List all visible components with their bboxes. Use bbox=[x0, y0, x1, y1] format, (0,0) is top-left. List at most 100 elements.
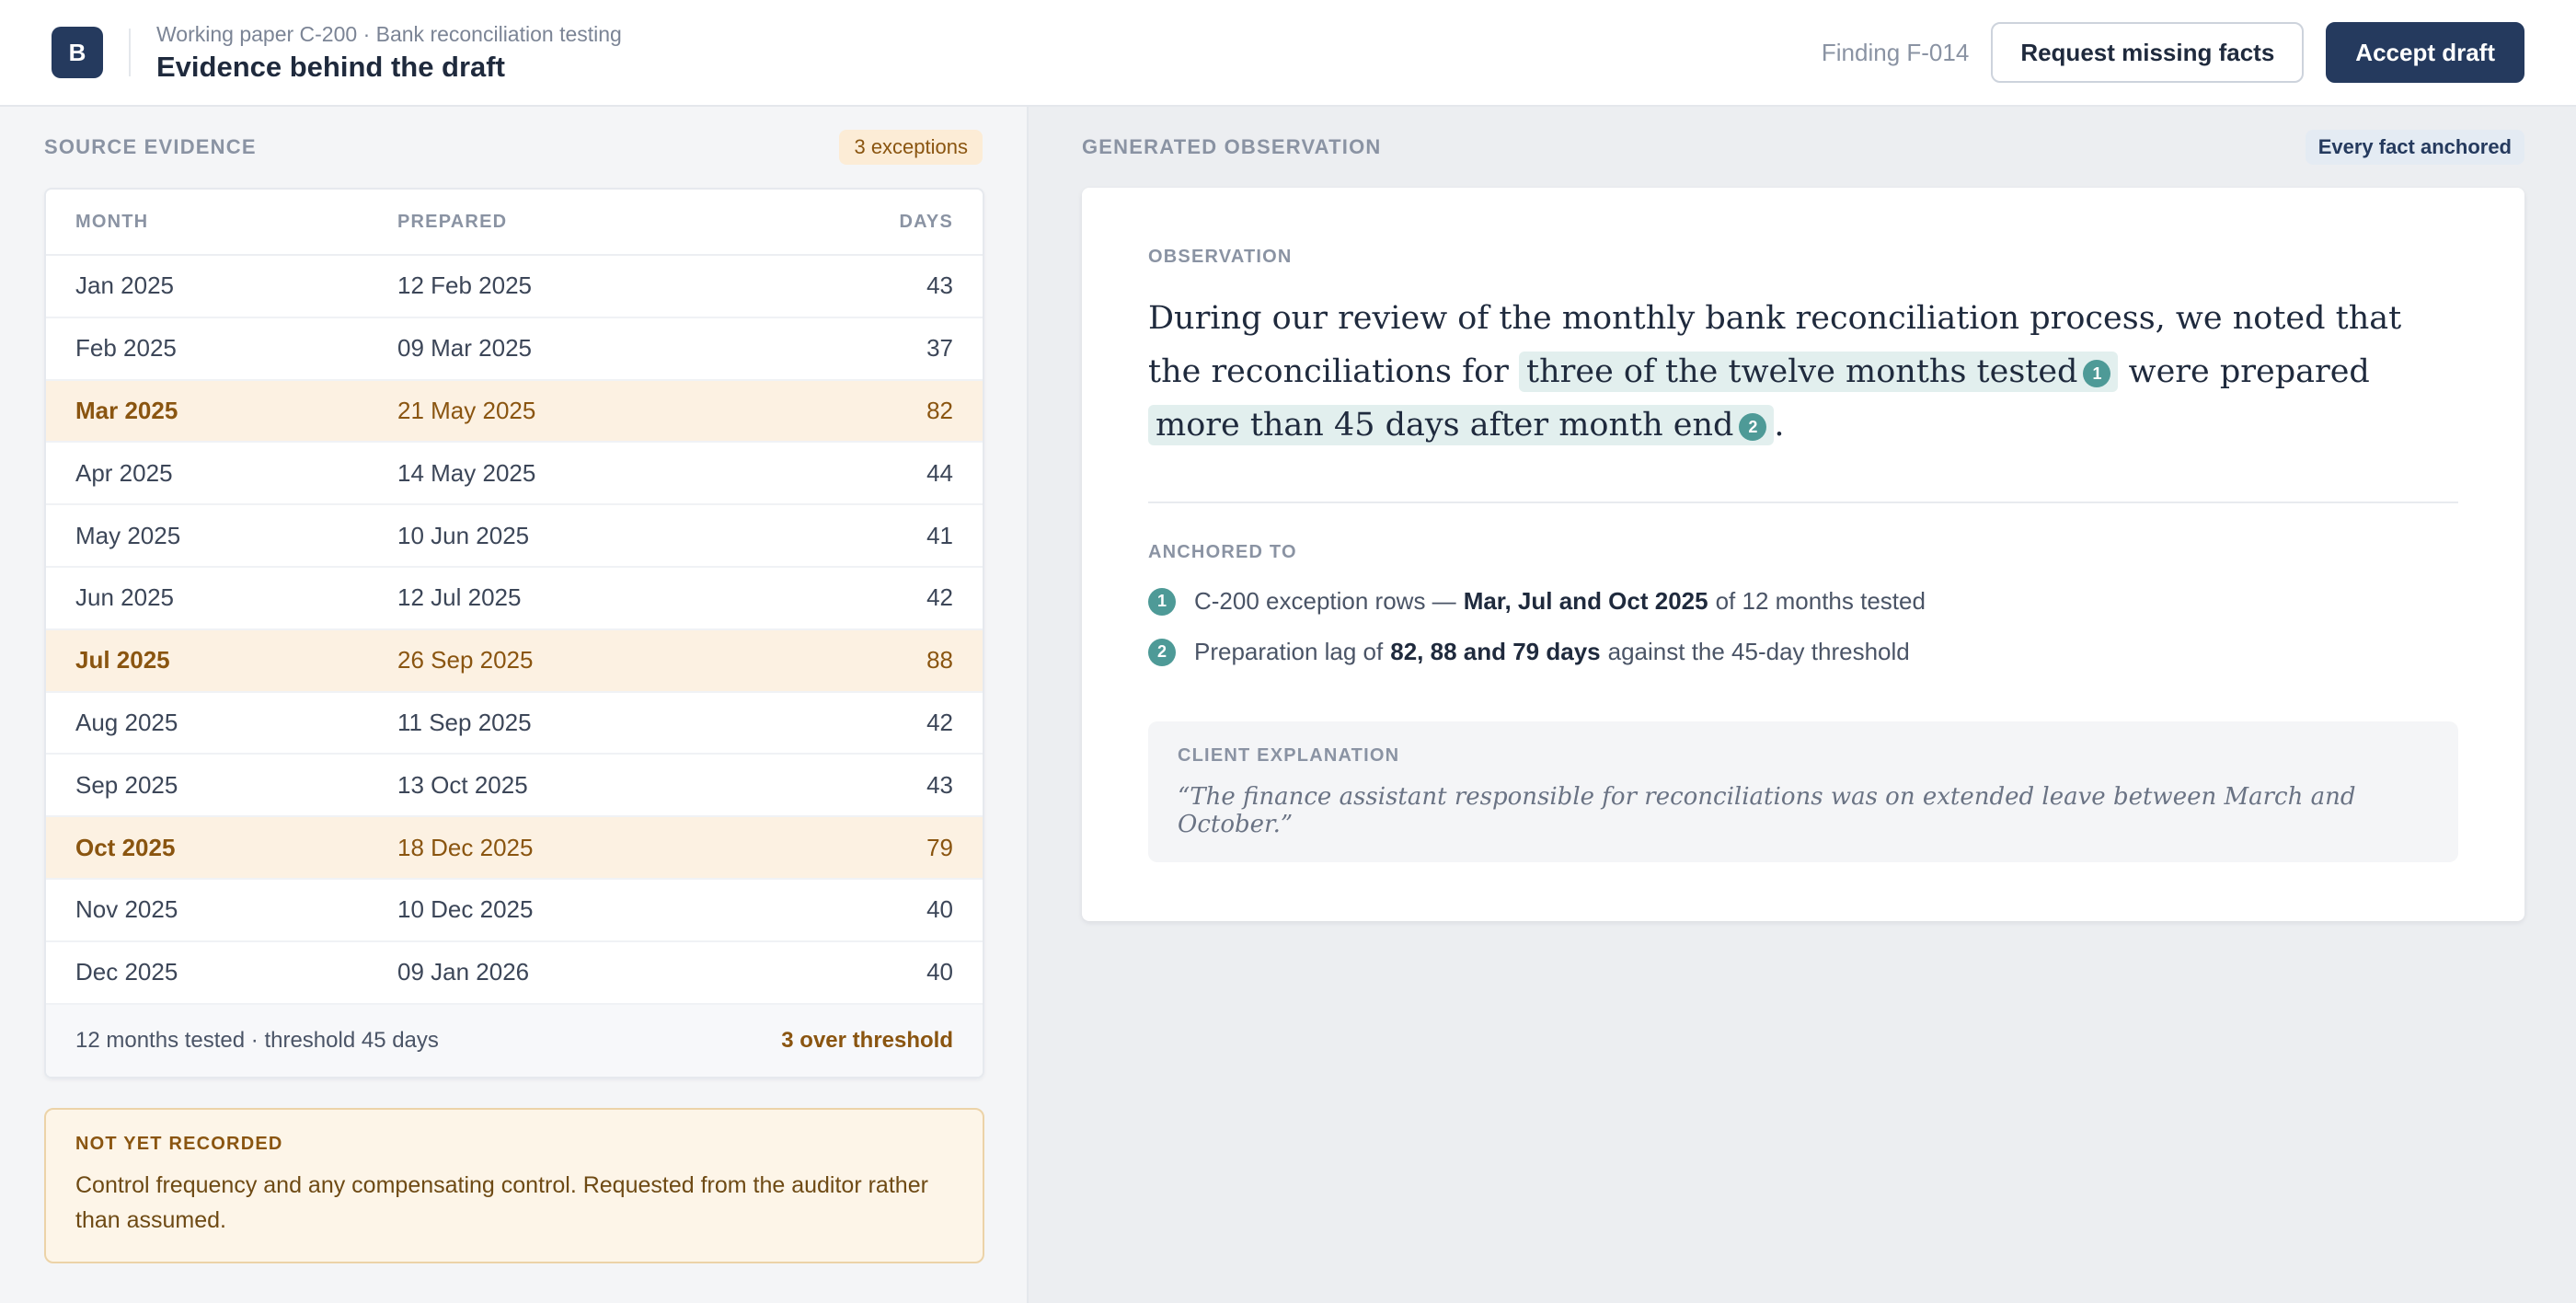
cell-days: 43 bbox=[926, 770, 953, 799]
observation-header: GENERATED OBSERVATION Every fact anchore… bbox=[1082, 107, 2524, 188]
cell-prepared: 10 Jun 2025 bbox=[397, 521, 530, 549]
cell-prepared: 11 Sep 2025 bbox=[397, 708, 532, 736]
cell-prepared: 12 Jul 2025 bbox=[397, 583, 522, 612]
source-evidence-panel: SOURCE EVIDENCE 3 exceptions MONTH PREPA… bbox=[0, 107, 1029, 1303]
cell-prepared: 26 Sep 2025 bbox=[397, 646, 534, 675]
client-explanation: CLIENT EXPLANATION “The finance assistan… bbox=[1148, 721, 2458, 862]
cell-days: 43 bbox=[926, 271, 953, 300]
table-row-exception[interactable]: Jul 2025 26 Sep 2025 88 bbox=[46, 629, 983, 693]
generated-observation-panel: GENERATED OBSERVATION Every fact anchore… bbox=[1029, 107, 2576, 1303]
highlight-fact-2-text: more than 45 days after month end bbox=[1156, 407, 1734, 444]
top-bar: B Working paper C-200 · Bank reconciliat… bbox=[0, 0, 2576, 107]
cell-month: Jul 2025 bbox=[75, 646, 170, 675]
cell-prepared: 09 Mar 2025 bbox=[397, 334, 532, 363]
cell-days: 88 bbox=[926, 646, 953, 675]
cell-days: 82 bbox=[926, 396, 953, 424]
citation-marker-2[interactable]: 2 bbox=[1739, 413, 1767, 441]
cell-days: 41 bbox=[926, 521, 953, 549]
cell-prepared: 10 Dec 2025 bbox=[397, 895, 534, 924]
table-row[interactable]: Sep 2025 13 Oct 2025 43 bbox=[46, 755, 983, 818]
table-row[interactable]: Nov 2025 10 Dec 2025 40 bbox=[46, 880, 983, 942]
anchor-list: 1 C-200 exception rows — Mar, Jul and Oc… bbox=[1148, 587, 2458, 666]
observation-text: During our review of the monthly bank re… bbox=[1148, 292, 2458, 452]
cell-prepared: 18 Dec 2025 bbox=[397, 833, 534, 861]
cell-days: 40 bbox=[926, 958, 953, 986]
anchor-bold: Mar, Jul and Oct 2025 bbox=[1463, 587, 1708, 615]
citation-marker-1[interactable]: 1 bbox=[2083, 360, 2111, 387]
app-logo: B bbox=[52, 27, 103, 78]
cell-month: May 2025 bbox=[75, 521, 181, 549]
anchor-marker-2: 2 bbox=[1148, 638, 1176, 666]
source-evidence-header: SOURCE EVIDENCE 3 exceptions bbox=[44, 107, 983, 188]
cell-days: 79 bbox=[926, 833, 953, 861]
client-explanation-label: CLIENT EXPLANATION bbox=[1178, 745, 1400, 766]
column-header-month: MONTH bbox=[75, 211, 149, 232]
observation-section-label: GENERATED OBSERVATION bbox=[1082, 135, 1382, 158]
column-header-prepared: PREPARED bbox=[397, 211, 508, 232]
table-summary: 12 months tested · threshold 45 days bbox=[75, 1027, 439, 1053]
observation-label: OBSERVATION bbox=[1148, 247, 1293, 267]
highlight-fact-1[interactable]: three of the twelve months tested 1 bbox=[1519, 352, 2119, 392]
table-row[interactable]: Apr 2025 14 May 2025 44 bbox=[46, 443, 983, 506]
cell-days: 42 bbox=[926, 583, 953, 612]
title-block: Working paper C-200 · Bank reconciliatio… bbox=[156, 22, 622, 84]
table-row[interactable]: May 2025 10 Jun 2025 41 bbox=[46, 505, 983, 568]
anchor-text: C-200 exception rows — bbox=[1194, 587, 1456, 615]
card-divider bbox=[1148, 502, 2458, 503]
source-evidence-label: SOURCE EVIDENCE bbox=[44, 135, 257, 158]
cell-month: Dec 2025 bbox=[75, 958, 178, 986]
cell-month: Aug 2025 bbox=[75, 708, 178, 736]
table-row[interactable]: Dec 2025 09 Jan 2026 40 bbox=[46, 942, 983, 1005]
highlight-fact-1-text: three of the twelve months tested bbox=[1526, 353, 2078, 390]
table-row-exception[interactable]: Mar 2025 21 May 2025 82 bbox=[46, 380, 983, 444]
anchor-bold: 82, 88 and 79 days bbox=[1390, 638, 1601, 665]
cell-prepared: 14 May 2025 bbox=[397, 458, 536, 487]
cell-month: Mar 2025 bbox=[75, 396, 178, 424]
cell-days: 40 bbox=[926, 895, 953, 924]
cell-month: Oct 2025 bbox=[75, 833, 176, 861]
anchored-badge: Every fact anchored bbox=[2305, 130, 2524, 165]
breadcrumb: Working paper C-200 · Bank reconciliatio… bbox=[156, 21, 622, 46]
anchored-to-label: ANCHORED TO bbox=[1148, 542, 1297, 562]
over-threshold-count: 3 over threshold bbox=[781, 1027, 953, 1053]
cell-month: Nov 2025 bbox=[75, 895, 178, 924]
anchor-text: of 12 months tested bbox=[1715, 587, 1926, 615]
client-explanation-text: “The finance assistant responsible for r… bbox=[1178, 783, 2356, 838]
cell-month: Sep 2025 bbox=[75, 770, 178, 799]
cell-prepared: 09 Jan 2026 bbox=[397, 958, 530, 986]
cell-prepared: 21 May 2025 bbox=[397, 396, 536, 424]
table-row[interactable]: Feb 2025 09 Mar 2025 37 bbox=[46, 318, 983, 381]
page-title: Evidence behind the draft bbox=[156, 50, 505, 83]
header-actions: Finding F-014 Request missing facts Acce… bbox=[1822, 22, 2524, 83]
table-footer: 12 months tested · threshold 45 days 3 o… bbox=[46, 1004, 983, 1077]
note-text: Control frequency and any compensating c… bbox=[75, 1171, 928, 1233]
cell-prepared: 12 Feb 2025 bbox=[397, 271, 533, 300]
request-missing-facts-button[interactable]: Request missing facts bbox=[1991, 22, 2305, 83]
cell-days: 44 bbox=[926, 458, 953, 487]
table-body: Jan 2025 12 Feb 2025 43 Feb 2025 09 Mar 2025… bbox=[46, 256, 983, 1005]
table-header: MONTH PREPARED DAYS bbox=[46, 190, 983, 256]
cell-days: 42 bbox=[926, 708, 953, 736]
highlight-fact-2[interactable]: more than 45 days after month end 2 bbox=[1148, 405, 1775, 445]
not-yet-recorded-note: NOT YET RECORDED Control frequency and a… bbox=[44, 1107, 984, 1263]
anchor-item-2[interactable]: 2 Preparation lag of 82, 88 and 79 days … bbox=[1148, 638, 2458, 666]
evidence-table: MONTH PREPARED DAYS Jan 2025 12 Feb 2025 4… bbox=[44, 188, 984, 1078]
exceptions-badge: 3 exceptions bbox=[839, 130, 983, 165]
column-header-days: DAYS bbox=[899, 211, 953, 232]
cell-month: Jun 2025 bbox=[75, 583, 174, 612]
table-row[interactable]: Jan 2025 12 Feb 2025 43 bbox=[46, 256, 983, 318]
cell-prepared: 13 Oct 2025 bbox=[397, 770, 528, 799]
header-divider bbox=[129, 29, 131, 76]
table-row[interactable]: Aug 2025 11 Sep 2025 42 bbox=[46, 693, 983, 755]
anchor-item-1[interactable]: 1 C-200 exception rows — Mar, Jul and Oc… bbox=[1148, 587, 2458, 616]
observation-card: OBSERVATION During our review of the mon… bbox=[1082, 188, 2524, 921]
cell-month: Feb 2025 bbox=[75, 334, 177, 363]
anchor-text: against the 45-day threshold bbox=[1607, 638, 1910, 665]
table-row[interactable]: Jun 2025 12 Jul 2025 42 bbox=[46, 568, 983, 630]
cell-month: Apr 2025 bbox=[75, 458, 173, 487]
anchor-text: Preparation lag of bbox=[1194, 638, 1384, 665]
table-row-exception[interactable]: Oct 2025 18 Dec 2025 79 bbox=[46, 817, 983, 880]
cell-days: 37 bbox=[926, 334, 953, 363]
observation-text-end: . bbox=[1774, 407, 1785, 444]
accept-draft-button[interactable]: Accept draft bbox=[2326, 22, 2524, 83]
